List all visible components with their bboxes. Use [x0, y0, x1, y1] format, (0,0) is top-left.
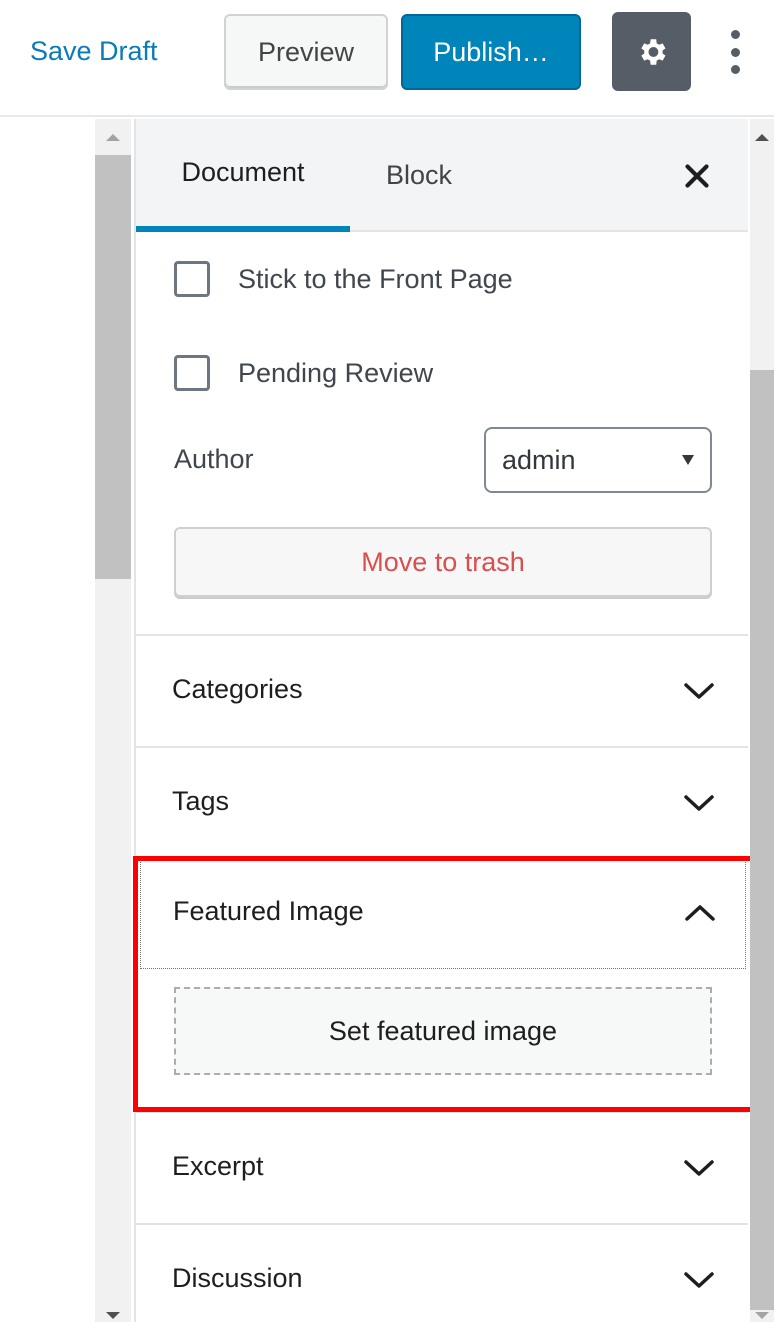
pending-review-label: Pending Review [238, 357, 434, 388]
scroll-down-arrow-icon[interactable] [755, 1312, 769, 1319]
chevron-down-icon [684, 1160, 714, 1176]
author-select[interactable]: admin [484, 427, 712, 493]
pending-review-checkbox[interactable] [174, 355, 210, 391]
panel-title: Featured Image [173, 896, 364, 926]
preview-button[interactable]: Preview [224, 14, 388, 90]
panel-featured-image[interactable]: Featured Image [140, 857, 746, 969]
save-draft-link[interactable]: Save Draft [30, 36, 158, 67]
editor-scrollbar-thumb[interactable] [95, 155, 131, 579]
close-sidebar-button[interactable] [678, 157, 716, 195]
sidebar-scrollbar-thumb[interactable] [750, 370, 774, 1310]
close-icon [685, 164, 709, 188]
panel-title: Tags [172, 786, 230, 816]
move-to-trash-button[interactable]: Move to trash [174, 527, 712, 597]
stick-front-page-checkbox[interactable] [174, 261, 210, 297]
scroll-up-arrow-icon[interactable] [755, 134, 769, 141]
panel-categories[interactable]: Categories [136, 634, 748, 746]
author-label: Author [174, 444, 254, 474]
author-selected-value: admin [502, 444, 576, 475]
panel-tags[interactable]: Tags [136, 746, 748, 858]
chevron-down-icon [684, 795, 714, 811]
vertical-ellipsis-icon [730, 30, 740, 39]
more-options-button[interactable] [720, 24, 750, 80]
panel-excerpt[interactable]: Excerpt [136, 1111, 748, 1223]
sidebar-tabs: Document Block [136, 119, 748, 232]
stick-front-page-option: Stick to the Front Page [174, 261, 513, 297]
panel-title: Excerpt [172, 1151, 264, 1181]
chevron-down-icon [684, 1272, 714, 1288]
dropdown-caret-icon [682, 455, 694, 465]
panel-discussion[interactable]: Discussion [136, 1223, 748, 1322]
gear-icon [640, 38, 665, 65]
tab-block[interactable]: Block [386, 119, 452, 232]
chevron-down-icon [684, 683, 714, 699]
tab-document[interactable]: Document [136, 119, 350, 232]
settings-sidebar: Document Block Stick to the Front Page P… [134, 119, 748, 1322]
editor-header: Save Draft Preview Publish… [0, 0, 774, 117]
pending-review-option: Pending Review [174, 355, 433, 391]
publish-button[interactable]: Publish… [401, 14, 581, 90]
scroll-down-arrow-icon[interactable] [106, 1312, 120, 1319]
set-featured-image-button[interactable]: Set featured image [174, 987, 712, 1075]
stick-front-page-label: Stick to the Front Page [238, 263, 513, 294]
chevron-up-icon [685, 905, 715, 921]
panel-title: Discussion [172, 1263, 303, 1293]
panel-title: Categories [172, 674, 303, 704]
scroll-up-arrow-icon[interactable] [106, 134, 120, 141]
settings-button[interactable] [612, 12, 691, 91]
